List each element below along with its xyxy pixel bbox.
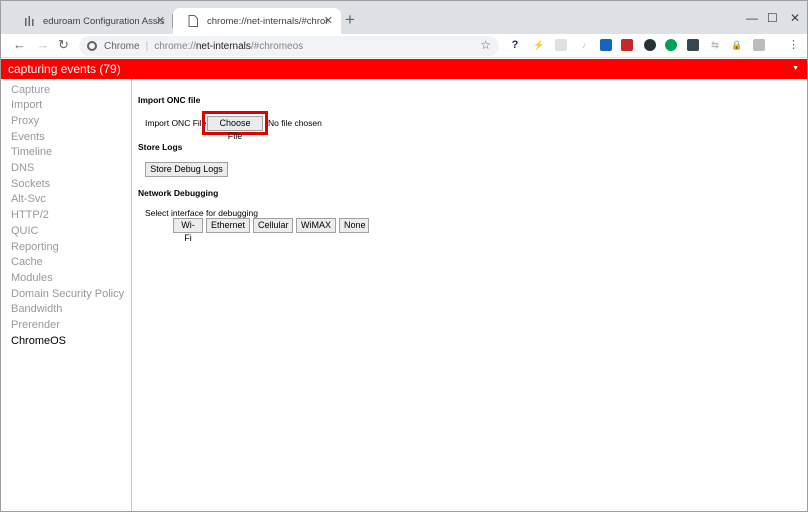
sidebar-item-prerender[interactable]: Prerender xyxy=(11,318,60,332)
capture-status-text: capturing events (79) xyxy=(8,62,121,76)
browser-window: eduroam Configuration Assistant ✕ chrome… xyxy=(0,0,808,512)
tab-title: eduroam Configuration Assistant xyxy=(43,15,165,27)
bell-icon[interactable]: ♪ xyxy=(578,39,590,51)
import-onc-heading: Import ONC file xyxy=(138,95,201,105)
tab-close-icon[interactable]: ✕ xyxy=(324,14,333,28)
file-status-text: No file chosen xyxy=(268,118,322,128)
sidebar-item-sockets[interactable]: Sockets xyxy=(11,177,50,191)
tab-strip: eduroam Configuration Assistant ✕ chrome… xyxy=(1,1,807,34)
reload-icon[interactable]: ↻ xyxy=(58,37,69,53)
url-text: chrome://net-internals/#chromeos xyxy=(154,40,304,52)
scheme-label: Chrome xyxy=(104,40,140,52)
omnibox-divider: | xyxy=(145,40,149,52)
extension-icon[interactable] xyxy=(665,39,677,51)
sidebar-item-modules[interactable]: Modules xyxy=(11,271,53,285)
maximize-icon[interactable]: ☐ xyxy=(767,11,778,25)
sidebar-item-quic[interactable]: QUIC xyxy=(11,224,39,238)
tab-title: chrome://net-internals/#chromeos xyxy=(207,15,329,27)
sidebar-item-events[interactable]: Events xyxy=(11,130,45,144)
extension-icon[interactable] xyxy=(753,39,765,51)
interface-button-none[interactable]: None xyxy=(339,218,369,233)
sidebar: Capture Import Proxy Events Timeline DNS… xyxy=(1,79,132,511)
interface-button-wifi[interactable]: Wi-Fi xyxy=(173,218,203,243)
translate-icon[interactable]: ⇆ xyxy=(709,39,721,51)
new-tab-button[interactable]: + xyxy=(345,11,355,29)
select-interface-label: Select interface for debugging xyxy=(145,208,258,218)
network-debugging-heading: Network Debugging xyxy=(138,188,219,198)
extension-icon[interactable] xyxy=(555,39,567,51)
close-window-icon[interactable]: ✕ xyxy=(790,11,800,25)
sidebar-item-domain-security-policy[interactable]: Domain Security Policy xyxy=(11,287,124,301)
store-logs-heading: Store Logs xyxy=(138,142,183,152)
sidebar-item-http2[interactable]: HTTP/2 xyxy=(11,208,49,222)
forward-icon[interactable]: → xyxy=(36,37,49,53)
sidebar-item-alt-svc[interactable]: Alt-Svc xyxy=(11,192,46,206)
interface-button-wimax[interactable]: WiMAX xyxy=(296,218,336,233)
page-icon xyxy=(187,15,199,27)
extension-icon[interactable] xyxy=(621,39,633,51)
star-icon[interactable]: ☆ xyxy=(480,38,491,52)
sidebar-item-capture[interactable]: Capture xyxy=(11,83,50,97)
address-bar[interactable]: Chrome | chrome://net-internals/#chromeo… xyxy=(79,36,499,56)
interface-button-cellular[interactable]: Cellular xyxy=(253,218,293,233)
sidebar-item-timeline[interactable]: Timeline xyxy=(11,145,52,159)
sidebar-item-bandwidth[interactable]: Bandwidth xyxy=(11,302,62,316)
sidebar-item-reporting[interactable]: Reporting xyxy=(11,240,59,254)
sidebar-item-chromeos[interactable]: ChromeOS xyxy=(11,334,66,348)
extension-icon[interactable] xyxy=(600,39,612,51)
menu-icon[interactable]: ⋮ xyxy=(788,38,799,52)
capture-status-bar: capturing events (79) ▼ xyxy=(1,59,807,79)
tab-net-internals[interactable]: chrome://net-internals/#chromeos ✕ xyxy=(173,8,341,34)
extension-icon[interactable] xyxy=(687,39,699,51)
chromeos-panel: Import ONC file Import ONC File Choose F… xyxy=(132,79,807,511)
sidebar-item-import[interactable]: Import xyxy=(11,98,42,112)
eduroam-favicon-icon xyxy=(23,15,35,27)
browser-toolbar: ← → ↻ Chrome | chrome://net-internals/#c… xyxy=(1,34,807,58)
help-extension-icon[interactable]: ? xyxy=(509,39,521,51)
extension-icon[interactable]: ⚡ xyxy=(533,39,545,51)
extension-icon[interactable] xyxy=(644,39,656,51)
back-icon[interactable]: ← xyxy=(13,37,26,53)
interface-button-ethernet[interactable]: Ethernet xyxy=(206,218,250,233)
minimize-icon[interactable]: — xyxy=(746,11,758,25)
sidebar-item-proxy[interactable]: Proxy xyxy=(11,114,39,128)
tab-close-icon[interactable]: ✕ xyxy=(156,14,165,28)
choose-file-button[interactable]: Choose File xyxy=(207,116,263,141)
dropdown-arrow-icon[interactable]: ▼ xyxy=(792,59,799,79)
sidebar-item-dns[interactable]: DNS xyxy=(11,161,34,175)
sidebar-item-cache[interactable]: Cache xyxy=(11,255,43,269)
lock-icon[interactable]: 🔒 xyxy=(731,39,743,51)
store-debug-logs-button[interactable]: Store Debug Logs xyxy=(145,162,228,177)
chrome-icon xyxy=(87,41,97,51)
import-onc-label: Import ONC File xyxy=(145,118,207,128)
tab-eduroam[interactable]: eduroam Configuration Assistant ✕ xyxy=(9,8,173,34)
